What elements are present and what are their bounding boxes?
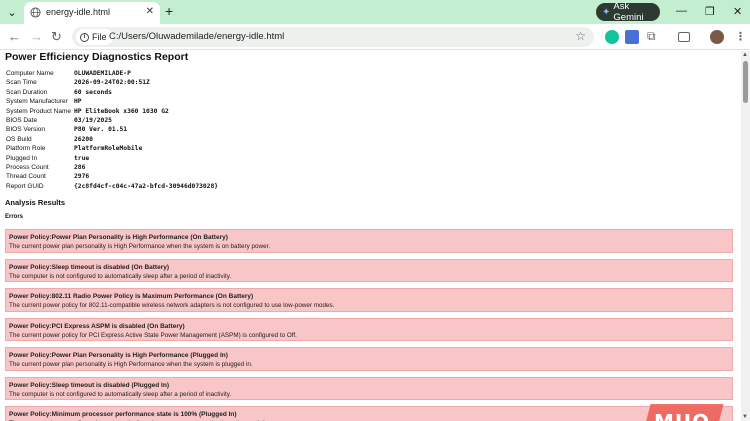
info-row: Plugged In true	[6, 154, 218, 163]
info-icon: i	[80, 32, 89, 42]
error-description: The current power policy for PCI Express…	[9, 331, 297, 339]
ask-gemini-label: Ask Gemini	[613, 1, 644, 23]
error-item: Power Policy:Power Plan Personality is H…	[5, 229, 733, 253]
info-row: Scan Time 2026-09-24T02:00:51Z	[6, 78, 218, 87]
info-key: System Manufacturer	[6, 98, 68, 106]
info-key: Thread Count	[6, 173, 46, 181]
bookmark-star-icon[interactable]: ☆	[575, 29, 586, 43]
forward-arrow-icon[interactable]: →	[30, 29, 43, 44]
url-text[interactable]: C:/Users/Oluwademilade/energy-idle.html	[109, 31, 284, 42]
info-key: OS Build	[6, 135, 32, 143]
errors-heading: Errors	[5, 214, 24, 220]
info-key: Report GUID	[6, 182, 44, 190]
globe-icon	[30, 7, 41, 18]
info-key: BIOS Version	[6, 126, 46, 134]
info-value: {2c8fd4cf-c04c-47a2-bfcd-30946d073028}	[74, 182, 219, 190]
watermark-text: MUO	[654, 410, 710, 421]
info-value: HP	[74, 98, 82, 106]
info-value: PlatformRoleMobile	[74, 145, 143, 153]
info-row: BIOS Date 03/19/2025	[6, 116, 218, 125]
info-value: HP EliteBook x360 1030 G2	[74, 107, 169, 115]
info-key: Scan Time	[6, 79, 37, 87]
close-window-icon[interactable]: ✕	[733, 5, 742, 18]
info-row: Process Count 286	[6, 163, 218, 172]
info-row: BIOS Version P80 Ver. 01.51	[6, 125, 218, 134]
grammarly-extension-icon[interactable]	[605, 30, 619, 44]
info-key: Plugged In	[6, 154, 38, 162]
reload-icon[interactable]: ↻	[51, 29, 62, 45]
error-title: Power Policy:Minimum processor performan…	[9, 411, 237, 418]
error-item: Power Policy:PCI Express ASPM is disable…	[5, 317, 733, 341]
browser-toolbar: ← → ↻ i File C:/Users/Oluwademilade/ener…	[0, 24, 750, 50]
error-item: Power Policy:Sleep timeout is disabled (…	[5, 376, 733, 400]
ask-gemini-button[interactable]: ✦ Ask Gemini	[596, 1, 660, 23]
site-info-chip[interactable]: i File	[76, 29, 113, 45]
page-content: Power Efficiency Diagnostics Report Comp…	[0, 51, 741, 421]
error-description: The current power plan personality is Hi…	[9, 243, 271, 250]
error-title: Power Policy:Sleep timeout is disabled (…	[9, 263, 170, 271]
info-row: Scan Duration 60 seconds	[6, 88, 218, 97]
error-title: Power Policy:PCI Express ASPM is disable…	[9, 322, 185, 330]
info-value: P80 Ver. 01.51	[74, 126, 128, 134]
info-value: 60 seconds	[74, 88, 112, 96]
scroll-down-arrow-icon[interactable]: ▼	[742, 414, 748, 420]
close-tab-icon[interactable]: ✕	[146, 6, 154, 17]
info-key: BIOS Date	[6, 117, 38, 125]
error-item: Power Policy:Power Plan Personality is H…	[5, 347, 733, 371]
analysis-results-heading: Analysis Results	[5, 198, 66, 207]
file-chip-label: File	[92, 32, 107, 42]
info-value: OLUWADEMILADE-P	[74, 70, 131, 77]
address-bar[interactable]: i File C:/Users/Oluwademilade/energy-idl…	[72, 27, 594, 47]
error-item: Power Policy:Sleep timeout is disabled (…	[5, 258, 733, 282]
info-row: System Manufacturer HP	[6, 97, 218, 106]
tab-energy-idle[interactable]: energy-idle.html ✕	[24, 2, 160, 24]
maximize-icon[interactable]: ❐	[705, 5, 715, 18]
info-value: 26200	[74, 135, 93, 143]
info-row: System Product Name HP EliteBook x360 103…	[6, 107, 218, 116]
more-menu-icon[interactable]: ⋮	[735, 30, 746, 43]
system-info-table: Computer Name OLUWADEMILADE-P Scan Time 202…	[6, 69, 218, 191]
info-row: Computer Name OLUWADEMILADE-P	[6, 69, 218, 78]
info-value: 2026-09-24T02:00:51Z	[74, 79, 150, 87]
info-row: OS Build 26200	[6, 135, 218, 144]
error-title: Power Policy:Power Plan Personality is H…	[9, 234, 228, 241]
gemini-sparkle-icon: ✦	[602, 6, 611, 18]
error-item: Power Policy:802.11 Radio Power Policy i…	[5, 288, 733, 312]
back-arrow-icon[interactable]: ←	[8, 29, 21, 44]
minimize-icon[interactable]: —	[676, 5, 687, 17]
info-value: 286	[74, 164, 86, 172]
new-tab-button[interactable]: +	[165, 4, 173, 18]
error-description: The computer is not configured to automa…	[9, 390, 232, 398]
info-value: 2976	[74, 173, 90, 181]
error-title: Power Policy:Sleep timeout is disabled (…	[9, 381, 169, 389]
info-value: true	[74, 154, 90, 162]
error-title: Power Policy:Power Plan Personality is H…	[9, 352, 228, 359]
scrollbar-thumb[interactable]	[743, 61, 748, 103]
info-row: Thread Count 2976	[6, 172, 218, 181]
info-key: Computer Name	[6, 70, 54, 77]
info-row: Platform Role PlatformRoleMobile	[6, 144, 218, 153]
report-title: Power Efficiency Diagnostics Report	[5, 51, 189, 63]
profile-avatar[interactable]	[710, 30, 724, 44]
info-key: Platform Role	[6, 145, 46, 153]
tab-search-chevron-icon[interactable]: ⌄	[4, 4, 20, 20]
tab-title: energy-idle.html	[46, 7, 111, 17]
error-description: The current power plan personality is Hi…	[9, 361, 253, 368]
info-key: Process Count	[6, 164, 49, 172]
extensions-puzzle-icon[interactable]: ⧉	[647, 29, 661, 43]
error-title: Power Policy:802.11 Radio Power Policy i…	[9, 293, 254, 300]
muo-watermark-logo: MUO	[641, 404, 724, 421]
side-panel-icon[interactable]	[678, 32, 690, 42]
title-bar: ⌄ energy-idle.html ✕ + ✦ Ask Gemini — ❐ …	[0, 0, 750, 24]
info-key: System Product Name	[6, 107, 72, 115]
scroll-up-arrow-icon[interactable]: ▲	[742, 52, 748, 58]
info-row: Report GUID {2c8fd4cf-c04c-47a2-bfcd-3094…	[6, 182, 218, 191]
info-key: Scan Duration	[6, 88, 48, 96]
error-description: The computer is not configured to automa…	[9, 272, 232, 280]
info-value: 03/19/2025	[74, 117, 112, 125]
error-item: Power Policy:Minimum processor performan…	[5, 406, 733, 421]
error-description: The current power policy for 802.11-comp…	[9, 302, 335, 309]
extension-icon[interactable]	[625, 30, 639, 44]
vertical-scrollbar[interactable]: ▲ ▼	[741, 51, 750, 421]
